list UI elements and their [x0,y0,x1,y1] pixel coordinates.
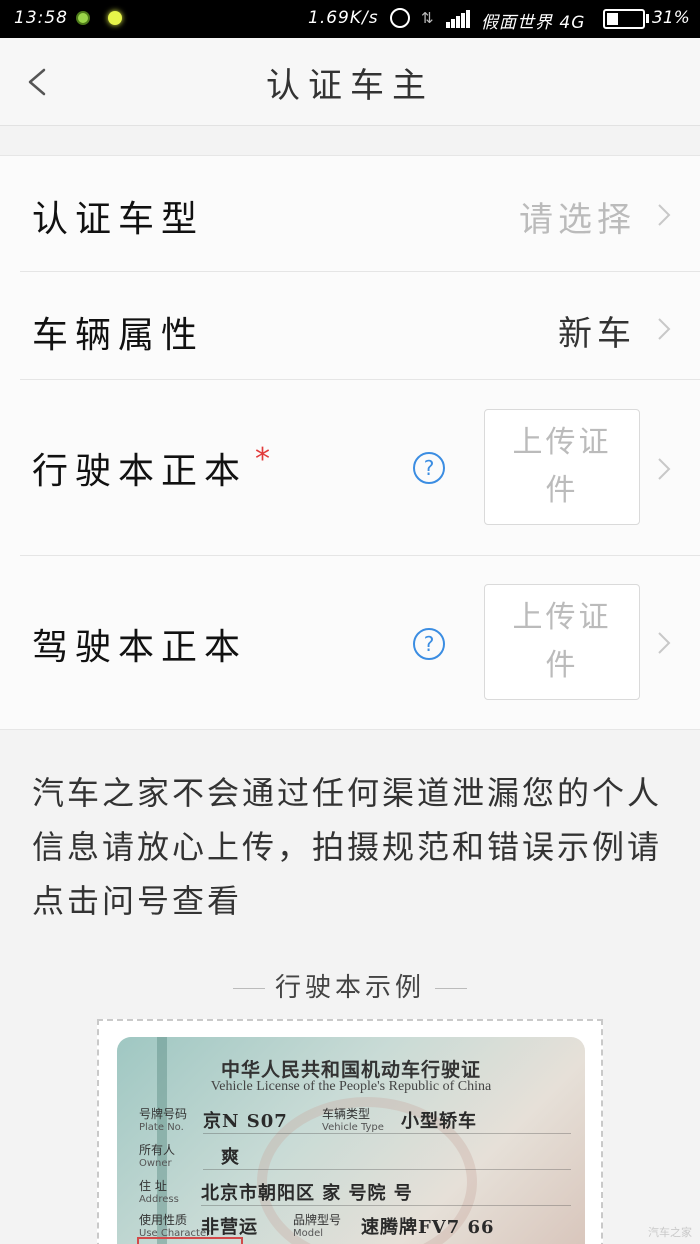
network-speed: 1.69K/s [308,8,379,28]
row-label: 行驶本正本 * [32,442,270,494]
example-title: 行驶本示例 [274,973,425,1003]
upload-driver-license-button[interactable]: 上传证件 [484,584,640,700]
license-rule [203,1133,571,1134]
license-use-value: 非营运 [201,1217,258,1238]
battery-cap [646,14,649,23]
row-vehicle-attribute[interactable]: 车辆属性 新车 [0,272,700,380]
battery-icon [603,9,645,29]
help-icon[interactable]: ? [413,452,445,484]
license-owner-value: 爽 [221,1147,240,1168]
license-field-label: 所有人 Owner [139,1143,176,1169]
row-car-model[interactable]: 认证车型 请选择 [0,156,700,272]
help-icon[interactable]: ? [413,628,445,660]
driver-license-label: 驾驶本正本 [32,627,248,668]
divider [232,988,265,989]
license-field-label: 品牌型号 Model [293,1213,342,1239]
app-notification-icon [76,11,90,25]
license-field-label: 车辆类型 Vehicle Type [322,1107,384,1133]
driving-license-label: 行驶本正本 [32,451,248,492]
example-heading: 行驶本示例 [0,967,700,1004]
nav-bar: 认证车主 [0,38,700,126]
divider [435,988,467,989]
license-field-label: 使用性质 Use Character [139,1213,211,1239]
vehicle-attribute-value[interactable]: 新车 [558,306,636,355]
license-subtitle: Vehicle License of the People's Republic… [210,1079,492,1094]
license-rule [203,1169,571,1170]
license-field-label: 住 址 Address [139,1179,179,1205]
page-title: 认证车主 [266,66,434,106]
license-vehicle-type-value: 小型轿车 [401,1111,477,1132]
car-model-select[interactable]: 请选择 [519,192,636,241]
chevron-right-icon [656,316,672,342]
row-label: 认证车型 [32,199,205,240]
status-time: 13:58 [14,8,68,28]
license-plate-value: 京N S07 [203,1111,288,1132]
required-mark: * [255,442,271,477]
row-driving-license[interactable]: 行驶本正本 * ? 上传证件 [0,380,700,556]
data-transfer-icon: ⇅ [421,9,434,27]
chevron-right-icon [656,630,672,656]
license-title: 中华人民共和国机动车行驶证 [220,1059,481,1081]
license-stamp [137,1237,243,1244]
license-field-label: 号牌号码 Plate No. [139,1107,188,1133]
sun-notification-icon [108,11,122,25]
upload-driving-license-button[interactable]: 上传证件 [484,409,640,525]
license-address-value: 北京市朝阳区 家 号院 号 [201,1183,413,1204]
row-driver-license[interactable]: 驾驶本正本 ? 上传证件 [0,556,700,731]
privacy-notice: 汽车之家不会通过任何渠道泄漏您的个人信息请放心上传，拍摄规范和错误示例请点击问号… [32,774,663,920]
license-rule [201,1205,571,1206]
license-sample-image: 中华人民共和国机动车行驶证 Vehicle License of the Peo… [117,1037,585,1244]
owner-form: 认证车型 请选择 车辆属性 新车 行驶本正本 * ? 上传证件 驾驶本正本 ? 上… [0,155,700,730]
chevron-right-icon [656,456,672,482]
alarm-icon [390,8,410,28]
row-label: 车辆属性 [32,315,205,356]
license-model-value: 速腾牌FV7 66 [361,1217,495,1238]
watermark-logo: 汽车之家 [648,1226,692,1239]
signal-icon [446,10,470,28]
chevron-right-icon [656,202,672,228]
status-bar: 13:58 1.69K/s ⇅ 假面世界 4G 31% [0,0,700,38]
carrier-name: 假面世界 4G [481,13,586,33]
example-image-frame: 中华人民共和国机动车行驶证 Vehicle License of the Peo… [97,1019,603,1244]
battery-percent: 31% [652,8,690,28]
